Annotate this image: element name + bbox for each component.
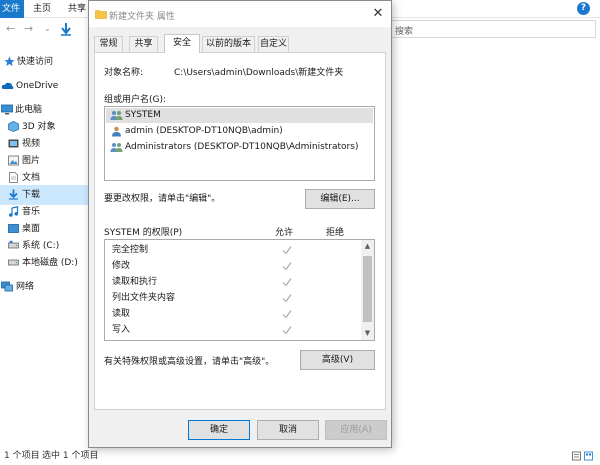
drive-icon [8,259,19,266]
nav-item-onedrive[interactable]: OneDrive [0,76,88,96]
advanced-hint: 有关特殊权限或高级设置，请单击"高级"。 [104,357,275,367]
allow-check-icon [282,278,292,287]
user-name: SYSTEM [125,110,161,120]
permission-name: 完全控制 [112,245,149,255]
user-icon [112,126,121,137]
forward-arrow-icon[interactable]: → [24,22,33,36]
list-item-user-administrators[interactable]: Administrators (DESKTOP-DT10NQB\Administ… [106,140,373,155]
users-list[interactable]: SYSTEM admin (DESKTOP-DT10NQB\admin) Adm… [104,106,375,181]
permission-row: 读取和执行 [105,274,359,290]
tab-security[interactable]: 安全 [164,34,200,53]
permission-row: 列出文件夹内容 [105,290,359,306]
nav-item-local-disk-d[interactable]: 本地磁盘 (D:) [0,253,88,273]
list-item-user-admin[interactable]: admin (DESKTOP-DT10NQB\admin) [106,124,373,139]
ribbon-home-tab[interactable]: 主页 [33,0,51,18]
tab-general[interactable]: 常规 [94,36,123,52]
properties-dialog: 新建文件夹 属性 ✕ 常规 共享 安全 以前的版本 自定义 对象名称: C:\U… [88,0,392,448]
download-icon [9,189,18,200]
groups-label: 组或用户名(G): [104,95,167,105]
apply-button[interactable]: 应用(A) [325,420,387,440]
ok-button[interactable]: 确定 [188,420,250,440]
search-input[interactable]: 搜索 [376,20,596,38]
item-count: 1 个项目 [4,451,40,461]
allow-check-icon [282,294,292,303]
desktop-icon [8,224,19,233]
search-placeholder: 搜索 [395,27,414,37]
allow-check-icon [282,310,292,319]
permission-row: 写入 [105,322,359,338]
video-icon [8,139,19,148]
cancel-button[interactable]: 取消 [257,420,319,440]
pc-icon [1,104,13,115]
deny-header: 拒绝 [326,228,345,238]
permission-name: 读取 [112,309,131,319]
view-toggle-icon[interactable] [572,451,594,461]
nav-item-network[interactable]: 网络 [0,277,88,297]
dialog-title-bar[interactable]: 新建文件夹 属性 ✕ [89,1,391,27]
user-name: admin (DESKTOP-DT10NQB\admin) [125,126,283,136]
scroll-up-icon[interactable]: ▲ [361,240,374,253]
ribbon-share-tab[interactable]: 共享 [68,0,86,18]
permission-name: 写入 [112,325,131,335]
scroll-thumb[interactable] [363,256,372,322]
navigation-pane: 快速访问 OneDrive 此电脑 3D 对象 视频 图片 文档 下载 音乐 桌… [0,40,88,445]
cloud-icon [1,82,14,89]
ribbon-file-tab[interactable]: 文件 [0,0,24,18]
network-icon [1,281,13,292]
tab-sharing[interactable]: 共享 [129,36,158,52]
close-icon[interactable]: ✕ [369,5,387,23]
recent-locations-chevron-icon[interactable]: ⌄ [44,22,51,36]
allow-header: 允许 [275,228,294,238]
dialog-title: 新建文件夹 属性 [109,12,175,22]
permission-name: 修改 [112,261,131,271]
edit-hint: 要更改权限，请单击"编辑"。 [104,194,221,204]
cube-icon [8,121,19,132]
users-icon [110,143,123,152]
nav-item-quick-access[interactable]: 快速访问 [0,52,88,72]
user-name: Administrators (DESKTOP-DT10NQB\Administ… [125,142,359,152]
help-icon[interactable]: ? [577,2,590,15]
permission-name: 列出文件夹内容 [112,293,176,303]
drive-icon [8,240,19,249]
back-arrow-icon[interactable]: ← [6,22,15,36]
document-icon [9,172,18,183]
download-folder-icon [61,23,71,36]
permission-row: 完全控制 [105,242,359,258]
tab-customize[interactable]: 自定义 [258,36,289,52]
allow-check-icon [282,326,292,335]
permissions-list[interactable]: 完全控制 修改 读取和执行 列出文件夹内容 读取 写入 ▲ ▼ [104,239,375,341]
status-bar: 1 个项目 选中 1 个项目 [0,447,600,465]
security-panel: 对象名称: C:\Users\admin\Downloads\新建文件夹 组或用… [94,52,386,410]
tab-previous-versions[interactable]: 以前的版本 [202,36,255,52]
music-icon [9,206,19,217]
scroll-down-icon[interactable]: ▼ [361,327,374,340]
advanced-button[interactable]: 高级(V) [300,350,375,370]
selected-count: 选中 1 个项目 [42,451,99,461]
star-icon [4,56,15,66]
edit-button[interactable]: 编辑(E)... [305,189,375,209]
permissions-header: SYSTEM 的权限(P) [104,228,183,238]
permission-row: 修改 [105,258,359,274]
object-name-value: C:\Users\admin\Downloads\新建文件夹 [174,68,344,78]
picture-icon [8,155,19,166]
list-item-user-system[interactable]: SYSTEM [106,108,373,123]
permission-name: 读取和执行 [112,277,158,287]
users-icon [110,111,123,120]
object-name-label: 对象名称: [104,68,144,78]
allow-check-icon [282,262,292,271]
permissions-scrollbar[interactable]: ▲ ▼ [361,240,374,340]
allow-check-icon [282,246,292,255]
permission-row: 读取 [105,306,359,322]
folder-icon [95,10,107,19]
